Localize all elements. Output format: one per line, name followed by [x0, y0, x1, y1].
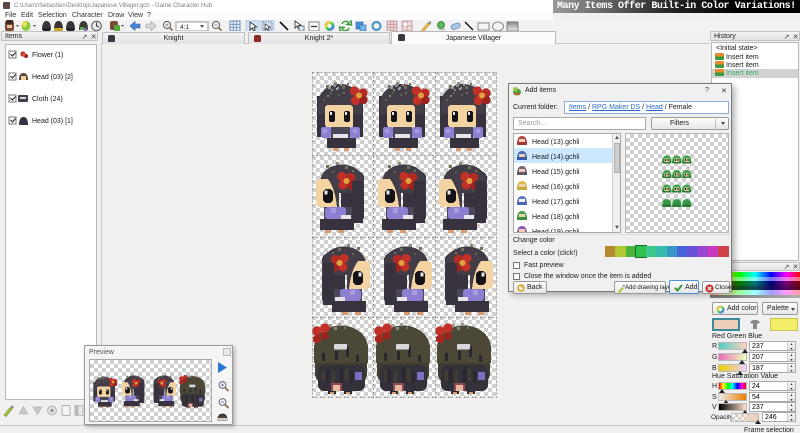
svg-text:Head (03) [1]: Head (03) [1] [32, 118, 73, 125]
svg-text:Head (14).gchli: Head (14).gchli [532, 154, 580, 161]
svg-text:Flower (1): Flower (1) [32, 52, 64, 59]
svg-text:4:1: 4:1 [180, 24, 189, 31]
svg-text:Head (13).gchli: Head (13).gchli [532, 139, 580, 146]
svg-text:Head (16).gchli: Head (16).gchli [532, 184, 580, 191]
svg-text:Head (17).gchli: Head (17).gchli [532, 199, 580, 206]
svg-text:Head (19).gchli: Head (19).gchli [532, 229, 580, 232]
svg-text:Head (15).gchli: Head (15).gchli [532, 169, 580, 176]
svg-text:Cloth (24): Cloth (24) [32, 96, 63, 103]
svg-text:Head (18).gchli: Head (18).gchli [532, 214, 580, 221]
svg-text:Head (03) [2]: Head (03) [2] [32, 74, 73, 81]
